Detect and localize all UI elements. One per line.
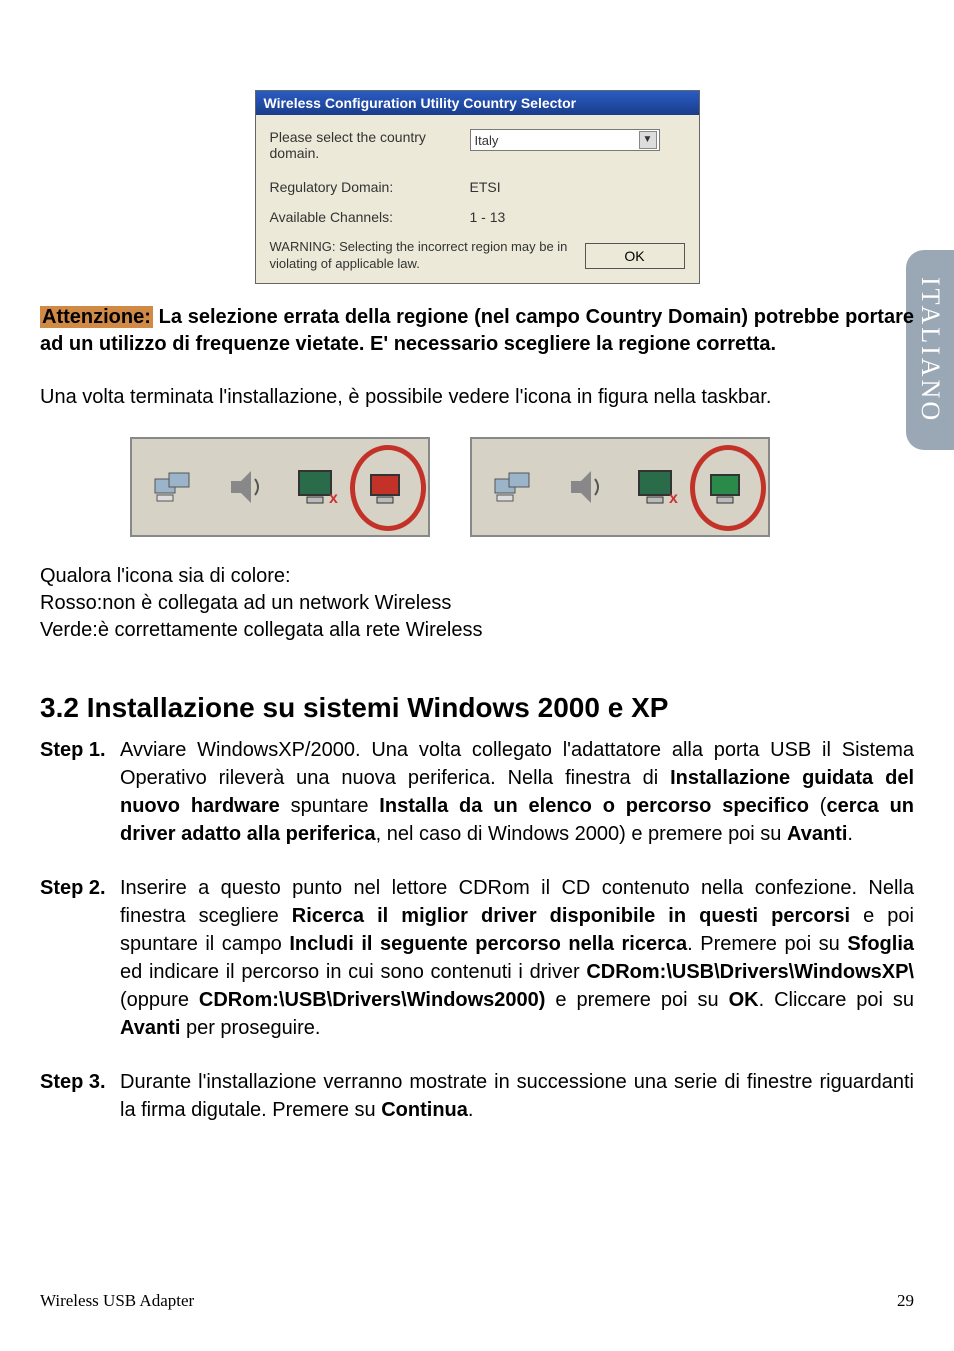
label-domain: Regulatory Domain: bbox=[270, 179, 470, 195]
post-install-text: Una volta terminata l'installazione, è p… bbox=[40, 384, 914, 411]
step-2-label: Step 2. bbox=[40, 874, 120, 1042]
value-channels: 1 - 13 bbox=[470, 209, 685, 225]
step-2-body: Inserire a questo punto nel lettore CDRo… bbox=[120, 874, 914, 1042]
step-1-body: Avviare WindowsXP/2000. Una volta colleg… bbox=[120, 736, 914, 848]
svg-text:x: x bbox=[669, 490, 678, 507]
highlight-circle-red bbox=[350, 445, 426, 531]
footer-left: Wireless USB Adapter bbox=[40, 1291, 194, 1311]
dialog-title: Wireless Configuration Utility Country S… bbox=[256, 91, 699, 115]
step-1-label: Step 1. bbox=[40, 736, 120, 848]
computers-icon bbox=[149, 461, 201, 513]
country-select[interactable]: Italy ▼ bbox=[470, 129, 660, 151]
icon-color-green: Verde:è correttamente collegata alla ret… bbox=[40, 617, 914, 644]
page-footer: Wireless USB Adapter 29 bbox=[40, 1291, 914, 1311]
attention-text: La selezione errata della regione (nel c… bbox=[40, 306, 914, 355]
country-selector-dialog: Wireless Configuration Utility Country S… bbox=[255, 90, 700, 284]
taskbar-red: x bbox=[130, 437, 430, 537]
step-3-body: Durante l'installazione verranno mostrat… bbox=[120, 1068, 914, 1124]
step-1: Step 1. Avviare WindowsXP/2000. Una volt… bbox=[40, 736, 914, 848]
value-domain: ETSI bbox=[470, 179, 685, 195]
highlight-circle-green bbox=[690, 445, 766, 531]
icon-color-intro: Qualora l'icona sia di colore: bbox=[40, 563, 914, 590]
step-2: Step 2. Inserire a questo punto nel lett… bbox=[40, 874, 914, 1042]
step-3: Step 3. Durante l'installazione verranno… bbox=[40, 1068, 914, 1124]
label-country: Please select the country domain. bbox=[270, 129, 470, 161]
svg-text:x: x bbox=[329, 490, 338, 507]
dialog-warning: WARNING: Selecting the incorrect region … bbox=[270, 239, 573, 273]
country-select-value: Italy bbox=[475, 133, 499, 148]
monitor-icon: x bbox=[289, 461, 341, 513]
computers-icon bbox=[489, 461, 541, 513]
speaker-icon bbox=[559, 461, 611, 513]
footer-page-number: 29 bbox=[897, 1291, 914, 1311]
ok-button[interactable]: OK bbox=[585, 243, 685, 269]
icon-color-red: Rosso:non è collegata ad un network Wire… bbox=[40, 590, 914, 617]
label-channels: Available Channels: bbox=[270, 209, 470, 225]
step-3-label: Step 3. bbox=[40, 1068, 120, 1124]
chevron-down-icon: ▼ bbox=[639, 131, 657, 149]
taskbar-examples: x x bbox=[130, 437, 914, 537]
section-title: 3.2 Installazione su sistemi Windows 200… bbox=[40, 692, 914, 724]
icon-color-legend: Qualora l'icona sia di colore: Rosso:non… bbox=[40, 563, 914, 644]
attention-block: Attenzione: La selezione errata della re… bbox=[40, 304, 914, 358]
attention-label: Attenzione: bbox=[40, 306, 153, 328]
speaker-icon bbox=[219, 461, 271, 513]
taskbar-green: x bbox=[470, 437, 770, 537]
monitor-icon: x bbox=[629, 461, 681, 513]
